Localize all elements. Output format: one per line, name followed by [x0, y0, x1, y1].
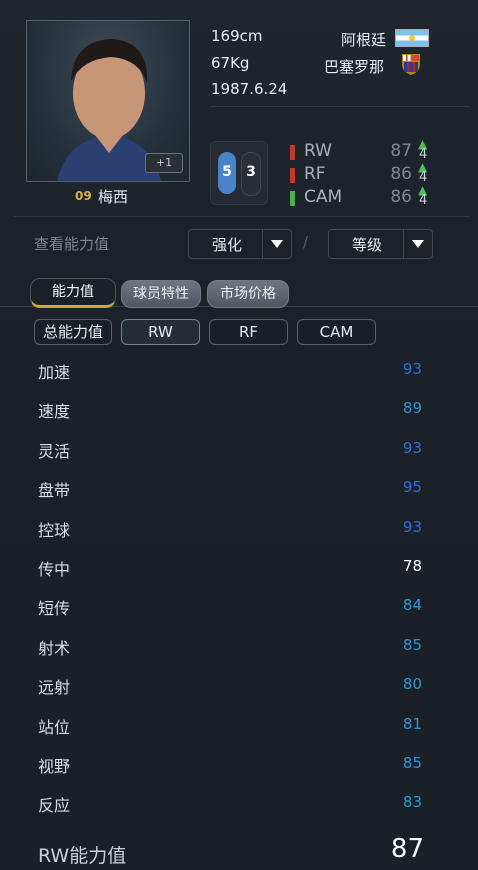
position-row-cam: CAM 86 ▲ 4 — [290, 183, 440, 209]
stat-name: 视野 — [38, 757, 71, 776]
player-nation: 阿根廷 — [341, 31, 387, 49]
stat-value: 85 — [402, 754, 422, 772]
player-club: 巴塞罗那 — [324, 58, 385, 76]
position-value: 86 — [390, 164, 412, 184]
level-dropdown-label: 等级 — [351, 236, 382, 254]
tab-abilities[interactable]: 能力值 — [30, 278, 116, 308]
player-birthday: 1987.6.24 — [211, 80, 288, 98]
filter-total-ability[interactable]: 总能力值 — [34, 319, 112, 345]
tab-market-price[interactable]: 市场价格 — [207, 280, 289, 308]
filter-rw[interactable]: RW — [121, 319, 200, 345]
stat-value: 93 — [402, 517, 422, 536]
stat-name: 站位 — [38, 717, 71, 737]
stat-row: 速度 89 — [0, 390, 478, 429]
view-stats-label: 查看能力值 — [34, 235, 110, 253]
enhance-dropdown[interactable]: 强化 — [188, 229, 292, 259]
filter-rf[interactable]: RF — [209, 319, 288, 345]
total-ability-value: 87 — [390, 834, 424, 864]
filter-cam[interactable]: CAM — [297, 319, 376, 345]
stat-row: 灵活 93 — [0, 430, 478, 469]
stat-row: 传中 78 — [0, 548, 478, 587]
divider — [14, 216, 470, 217]
enhance-dropdown-label: 强化 — [211, 236, 242, 254]
position-value: 86 — [390, 187, 412, 207]
stat-value: 89 — [402, 399, 422, 418]
stat-name: 灵活 — [38, 441, 71, 461]
stat-value: 78 — [402, 557, 422, 575]
left-foot-rating: 5 — [222, 164, 232, 180]
stat-name: 反应 — [38, 796, 71, 816]
stat-row: 加速 93 — [0, 351, 478, 390]
stat-value: 95 — [402, 478, 422, 497]
barcelona-crest-icon — [402, 54, 420, 75]
stat-value: 85 — [402, 635, 422, 654]
chevron-down-icon[interactable] — [262, 230, 291, 258]
position-bar — [290, 145, 295, 160]
position-bar — [290, 191, 295, 206]
stat-name: 加速 — [38, 363, 71, 382]
stat-row: 控球 93 — [0, 509, 478, 548]
preferred-foot-widget: 5 3 — [210, 141, 268, 205]
total-ability-label: RW能力值 — [38, 845, 127, 867]
position-name: RF — [304, 164, 326, 184]
stat-value: 84 — [402, 596, 422, 615]
player-photo: +1 — [26, 20, 190, 182]
stat-value: 93 — [402, 360, 422, 378]
right-foot-rating: 3 — [246, 164, 256, 180]
stat-name: 速度 — [38, 402, 71, 422]
stat-value: 81 — [402, 714, 422, 733]
stat-name: 远射 — [38, 678, 71, 698]
chevron-down-icon[interactable] — [403, 230, 432, 258]
player-name: 梅西 — [98, 188, 129, 206]
player-weight: 67Kg — [211, 54, 250, 72]
position-bar — [290, 168, 295, 183]
separator-slash: / — [303, 233, 309, 251]
player-height: 169cm — [211, 27, 263, 45]
stat-name: 控球 — [38, 520, 71, 540]
position-name: RW — [304, 141, 332, 161]
divider — [210, 106, 470, 107]
argentina-flag-icon — [395, 29, 429, 47]
stat-row: 短传 84 — [0, 587, 478, 626]
stat-row: 站位 81 — [0, 706, 478, 745]
position-boost: 4 — [419, 193, 428, 208]
stat-name: 传中 — [38, 560, 71, 579]
enhance-level-badge: +1 — [145, 153, 183, 173]
stat-name: 射术 — [38, 638, 71, 658]
stat-value: 83 — [402, 793, 422, 812]
stat-name: 短传 — [38, 599, 71, 619]
position-name: CAM — [304, 187, 343, 207]
level-dropdown[interactable]: 等级 — [328, 229, 433, 259]
tab-player-traits[interactable]: 球员特性 — [121, 280, 201, 308]
stat-row: 视野 85 — [0, 745, 478, 784]
stat-value: 80 — [402, 675, 422, 694]
stat-row: 射术 85 — [0, 627, 478, 666]
stat-value: 93 — [402, 438, 422, 457]
stat-row: 盘带 95 — [0, 469, 478, 508]
position-value: 87 — [390, 141, 412, 161]
jersey-number: 09 — [75, 189, 92, 203]
stat-name: 盘带 — [38, 481, 71, 501]
stat-row: 远射 80 — [0, 666, 478, 705]
stat-row: 反应 83 — [0, 784, 478, 823]
